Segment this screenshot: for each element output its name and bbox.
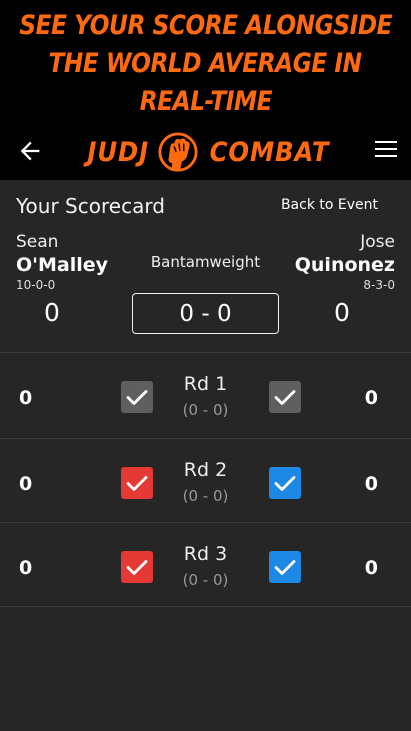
round-right-score: 0 — [364, 473, 378, 495]
checkmark-icon — [274, 560, 296, 575]
round-3-right-checkbox[interactable] — [269, 551, 301, 583]
arrow-left-icon[interactable] — [16, 137, 44, 165]
round-label: Rd 2 — [183, 459, 228, 481]
round-average: (0 - 0) — [182, 571, 229, 589]
round-right-score: 0 — [364, 387, 378, 409]
round-right-score: 0 — [364, 557, 378, 579]
back-to-event-link[interactable]: Back to Event — [281, 197, 378, 213]
total-score-box: 0 - 0 — [132, 293, 279, 334]
logo-text-right: COMBAT — [209, 137, 330, 168]
round-label: Rd 1 — [183, 373, 228, 395]
checkmark-icon — [274, 390, 296, 405]
checkmark-icon — [274, 476, 296, 491]
round-average: (0 - 0) — [182, 401, 229, 419]
left-fighter-record: 10-0-0 — [16, 278, 56, 292]
right-fighter-last-name: Quinonez — [294, 254, 395, 276]
right-fighter-score: 0 — [334, 298, 350, 327]
round-row: 0 Rd 3 (0 - 0) 0 — [0, 522, 411, 606]
round-label: Rd 3 — [183, 543, 228, 565]
divider — [0, 606, 411, 607]
round-2-right-checkbox[interactable] — [269, 467, 301, 499]
right-fighter-record: 8-3-0 — [363, 278, 395, 292]
promo-line-1: SEE YOUR SCORE ALONGSIDE — [19, 9, 392, 41]
promo-line-3: REAL-TIME — [139, 85, 272, 117]
promo-line-2: THE WORLD AVERAGE IN — [48, 47, 363, 79]
round-row: 0 Rd 1 (0 - 0) 0 — [0, 352, 411, 436]
left-fighter-first-name: Sean — [16, 232, 59, 252]
scorecard-panel: Your Scorecard Back to Event Sean O'Mall… — [0, 180, 411, 731]
round-1-right-checkbox[interactable] — [269, 381, 301, 413]
page-title: Your Scorecard — [16, 194, 165, 218]
hamburger-menu-icon[interactable] — [375, 141, 397, 159]
logo-text-left: JUDJ — [87, 137, 150, 168]
promo-banner: SEE YOUR SCORE ALONGSIDE THE WORLD AVERA… — [0, 0, 411, 125]
left-fighter-score: 0 — [44, 298, 60, 327]
round-row: 0 Rd 2 (0 - 0) 0 — [0, 438, 411, 522]
app-logo: JUDJ COMBAT — [80, 125, 340, 180]
raised-fist-icon — [157, 131, 199, 175]
right-fighter-first-name: Jose — [360, 232, 395, 252]
app-bar: JUDJ COMBAT — [0, 125, 411, 180]
round-average: (0 - 0) — [182, 487, 229, 505]
